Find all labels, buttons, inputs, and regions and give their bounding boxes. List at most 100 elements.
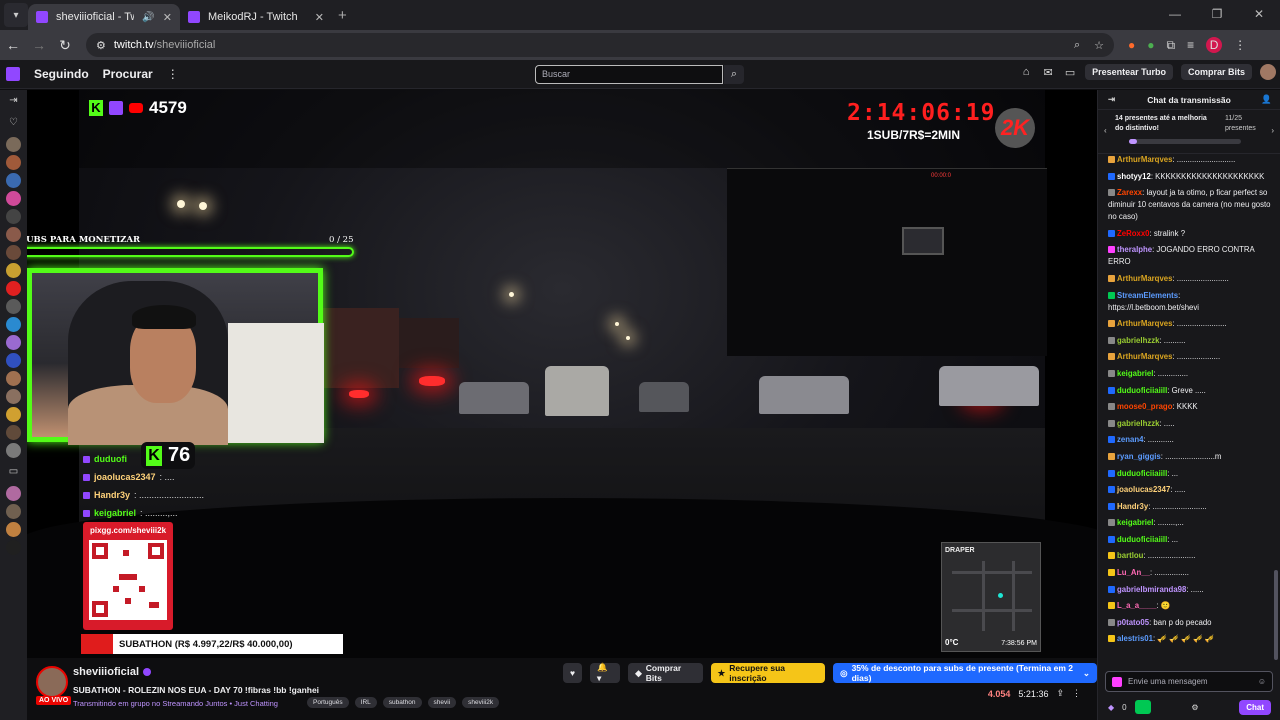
followed-channel-avatar[interactable]: [6, 299, 21, 314]
followed-channel-avatar[interactable]: [6, 504, 21, 519]
followed-channel-avatar[interactable]: [6, 317, 21, 332]
extension-icon[interactable]: ●: [1128, 38, 1135, 52]
chat-badge-icon[interactable]: [1108, 519, 1115, 527]
chat-username[interactable]: zenan4: [1117, 435, 1143, 444]
followed-channel-avatar[interactable]: [6, 155, 21, 170]
followed-channel-avatar[interactable]: [6, 209, 21, 224]
user-avatar[interactable]: [1260, 64, 1276, 80]
chat-badge-icon[interactable]: [1108, 569, 1115, 577]
followed-channel-avatar[interactable]: [6, 173, 21, 188]
chat-settings-icon[interactable]: ⚙: [1191, 703, 1198, 712]
close-window-icon[interactable]: ✕: [1238, 0, 1280, 30]
more-options-icon[interactable]: ⋮: [1072, 688, 1081, 699]
followed-channel-avatar[interactable]: [6, 389, 21, 404]
chat-badge-icon[interactable]: [1108, 189, 1115, 197]
maximize-icon[interactable]: ❐: [1196, 0, 1238, 30]
send-chat-button[interactable]: Chat: [1239, 699, 1271, 715]
chat-username[interactable]: gabrielhzzk: [1117, 419, 1159, 428]
chat-username[interactable]: duduoficiiaiill: [1117, 469, 1167, 478]
gift-turbo-button[interactable]: Presentear Turbo: [1085, 64, 1173, 80]
more-icon[interactable]: ⋮: [167, 67, 179, 81]
chat-badge-icon[interactable]: [1108, 552, 1115, 560]
followed-channel-avatar[interactable]: [6, 407, 21, 422]
chat-username[interactable]: ZeRoxx0: [1117, 229, 1150, 238]
minimize-icon[interactable]: —: [1154, 0, 1196, 30]
bits-icon[interactable]: [1112, 676, 1122, 687]
tag[interactable]: IRL: [354, 697, 377, 708]
chat-badge-icon[interactable]: [1108, 452, 1115, 460]
followed-channel-avatar[interactable]: [6, 335, 21, 350]
whispers-icon[interactable]: ▭: [1063, 66, 1077, 79]
followed-channel-avatar[interactable]: [6, 227, 21, 242]
followed-channel-avatar[interactable]: [6, 540, 21, 555]
chat-badge-icon[interactable]: [1108, 419, 1115, 427]
url-field[interactable]: ⚙ twitch.tv /sheviiioficial ⌕ ☆: [86, 33, 1114, 57]
chat-badge-icon[interactable]: [1108, 635, 1115, 643]
stream-category[interactable]: Transmitindo em grupo no Streamando Junt…: [73, 699, 278, 708]
emote-picker-icon[interactable]: ☺: [1258, 677, 1266, 686]
tab-search-button[interactable]: ▾: [4, 3, 28, 27]
channel-name[interactable]: sheviiioficial: [73, 666, 139, 678]
chat-badge-icon[interactable]: [1108, 486, 1115, 494]
chat-username[interactable]: alestris01: [1117, 634, 1153, 643]
followed-channel-avatar[interactable]: [6, 443, 21, 458]
followed-channel-avatar[interactable]: [6, 263, 21, 278]
inbox-icon[interactable]: ✉: [1041, 66, 1055, 79]
chat-username[interactable]: Handr3y: [1117, 502, 1148, 511]
followed-channel-avatar[interactable]: [6, 137, 21, 152]
chat-username[interactable]: ArthurMarqves: [1117, 352, 1172, 361]
buy-bits-button[interactable]: Comprar Bits: [1180, 64, 1252, 80]
chat-badge-icon[interactable]: [1108, 246, 1115, 254]
chat-username[interactable]: gabrielbmiranda98: [1117, 585, 1186, 594]
chat-badge-icon[interactable]: [1108, 535, 1115, 543]
followed-channel-avatar[interactable]: [6, 522, 21, 537]
chat-username[interactable]: gabrielhzzk: [1117, 336, 1159, 345]
zoom-icon[interactable]: ⌕: [1074, 39, 1080, 52]
chat-username[interactable]: theralphe: [1117, 245, 1152, 254]
chat-badge-icon[interactable]: [1108, 502, 1115, 510]
channel-points-icon[interactable]: [1134, 700, 1151, 714]
browser-tab-1[interactable]: MeikodRJ - Twitch ✕: [180, 4, 332, 30]
bookmark-star-icon[interactable]: ☆: [1094, 39, 1104, 52]
chat-badge-icon[interactable]: [1108, 291, 1115, 299]
video-player[interactable]: K 4579 2:14:06:19 1SUB/7R$=2MIN 2K 00:00…: [27, 90, 1097, 658]
close-tab-icon[interactable]: ✕: [163, 11, 172, 24]
chat-username[interactable]: Lu_An__: [1117, 568, 1150, 577]
followed-channel-avatar[interactable]: [6, 281, 21, 296]
chat-badge-icon[interactable]: [1108, 229, 1115, 237]
new-tab-icon[interactable]: +: [338, 7, 347, 24]
tag[interactable]: Português: [307, 697, 349, 708]
tag[interactable]: sheviii2k: [462, 697, 500, 708]
chat-username[interactable]: ArthurMarqves: [1117, 274, 1172, 283]
chat-badge-icon[interactable]: [1108, 353, 1115, 361]
browser-menu-icon[interactable]: ⋮: [1234, 38, 1246, 52]
chat-username[interactable]: duduoficiiaiill: [1117, 535, 1167, 544]
follow-heart-button[interactable]: ♥: [563, 663, 583, 683]
tag[interactable]: subathon: [382, 697, 422, 708]
reload-icon[interactable]: ↻: [52, 37, 78, 54]
chat-badge-icon[interactable]: [1108, 369, 1115, 377]
drops-icon[interactable]: ⌂: [1019, 66, 1033, 78]
chat-username[interactable]: shotyy12: [1117, 172, 1151, 181]
followed-channel-avatar[interactable]: [6, 371, 21, 386]
site-info-icon[interactable]: ⚙: [96, 39, 106, 52]
twitch-logo-icon[interactable]: [6, 67, 20, 81]
chat-badge-icon[interactable]: [1108, 602, 1115, 610]
chat-username[interactable]: StreamElements: [1117, 291, 1178, 300]
share-icon[interactable]: ⇪: [1056, 688, 1064, 699]
speaker-icon[interactable]: 🔊: [142, 12, 154, 23]
chat-username[interactable]: duduoficiiaiill: [1117, 386, 1167, 395]
bits-balance-icon[interactable]: ◆: [1108, 703, 1114, 712]
buy-bits-stream-button[interactable]: ◆ Comprar Bits: [628, 663, 703, 683]
chat-username[interactable]: ArthurMarqves: [1117, 319, 1172, 328]
nav-following[interactable]: Seguindo: [34, 67, 89, 81]
search-icon[interactable]: ⌕: [724, 65, 744, 84]
chat-username[interactable]: p0tato05: [1117, 618, 1149, 627]
browser-tab-0[interactable]: sheviiioficial - Twitch 🔊 ✕: [28, 4, 180, 30]
community-icon[interactable]: 👤: [1261, 94, 1272, 105]
chat-username[interactable]: L_a_a____: [1117, 601, 1156, 610]
tag[interactable]: shevii: [427, 697, 457, 708]
chat-input[interactable]: Envie uma mensagem ☺: [1105, 671, 1273, 692]
chat-username[interactable]: ArthurMarqves: [1117, 155, 1172, 164]
extension-icon[interactable]: ●: [1147, 38, 1154, 52]
